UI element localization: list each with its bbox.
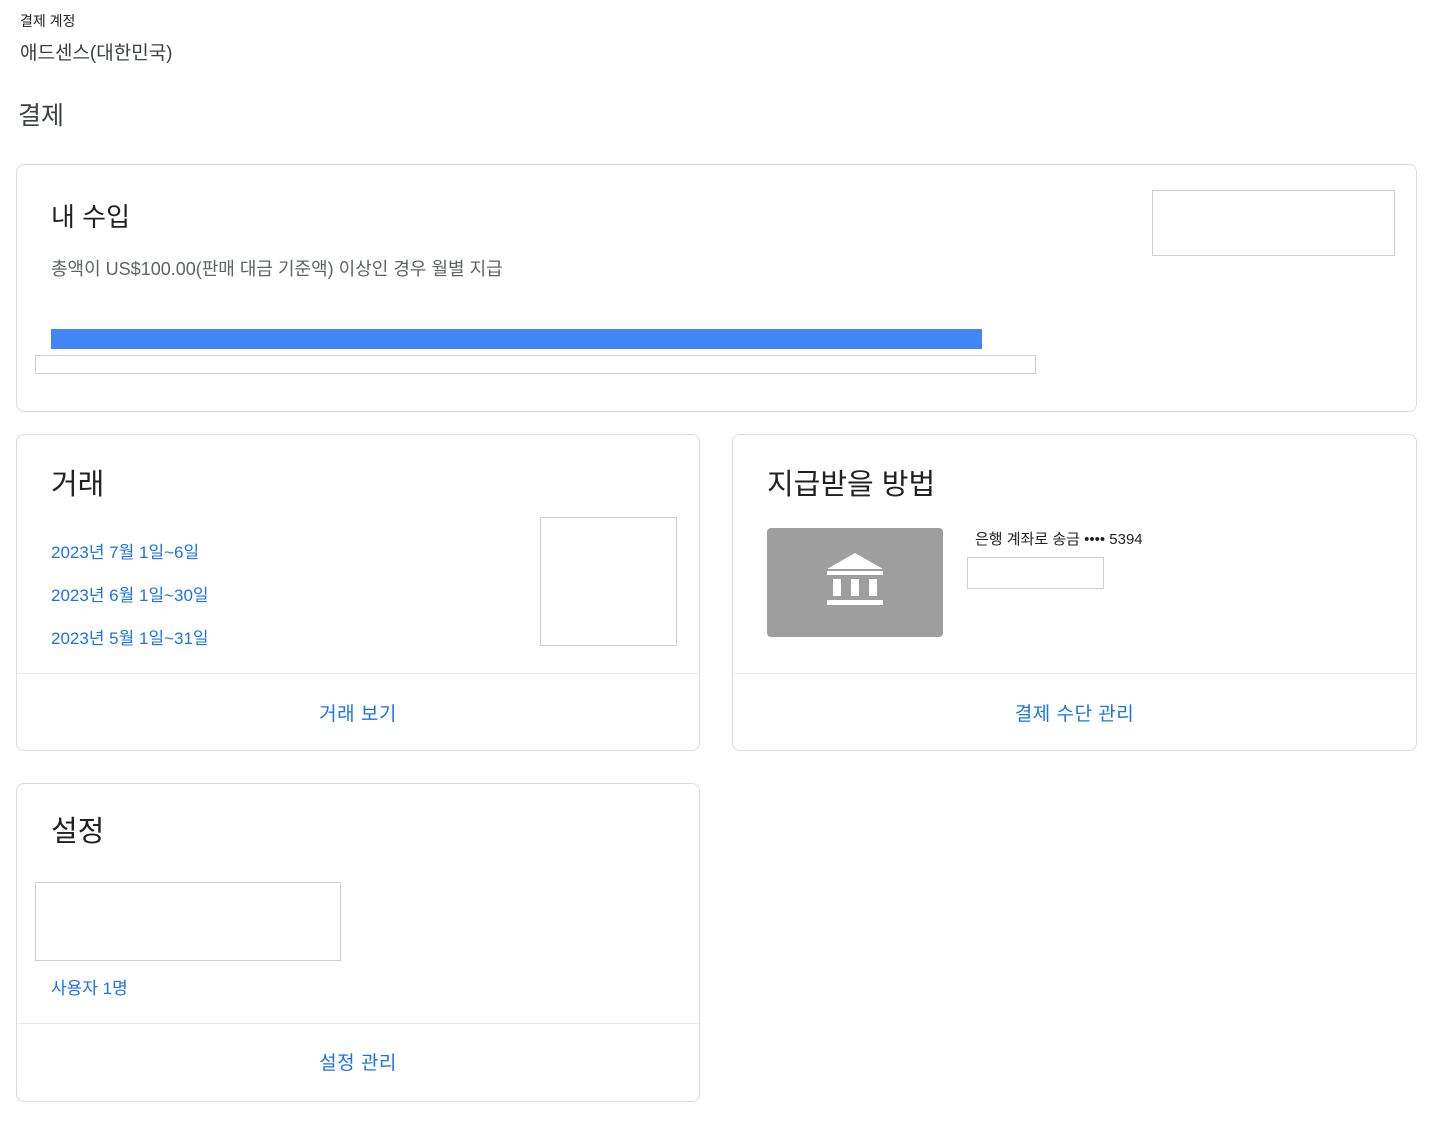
earnings-title: 내 수입 [51,202,130,232]
payment-method-card: 지급받을 방법 은행 계좌로 송금 •••• 5394 결제 수단 관리 [732,434,1417,751]
earnings-description: 총액이 US$100.00(판매 대금 기준액) 이상인 경우 월별 지급 [51,259,503,279]
settings-title: 설정 [51,816,105,848]
earnings-amount-box [1152,190,1395,256]
earnings-progress-fill [51,329,982,349]
payment-method-title: 지급받을 방법 [767,469,936,501]
account-name: 애드센스(대한민국) [20,43,173,64]
transactions-card: 거래 2023년 7월 1일~6일 2023년 6월 1일~30일 2023년 … [16,434,700,751]
settings-preview-box [35,882,341,961]
payment-method-divider [733,673,1416,674]
view-transactions-button[interactable]: 거래 보기 [17,699,699,726]
bank-tile [767,528,943,637]
settings-card: 설정 사용자 1명 설정 관리 [16,783,700,1102]
earnings-progress-track [35,355,1036,374]
transaction-period-link[interactable]: 2023년 6월 1일~30일 [51,581,209,606]
settings-divider [17,1023,699,1024]
account-label: 결제 계정 [20,13,76,29]
bank-transfer-text: 은행 계좌로 송금 •••• 5394 [975,531,1143,548]
bank-icon [827,553,883,605]
users-link[interactable]: 사용자 1명 [51,974,128,999]
transactions-preview-box [540,517,677,646]
page-title: 결제 [18,102,65,130]
earnings-card: 내 수입 총액이 US$100.00(판매 대금 기준액) 이상인 경우 월별 … [16,164,1417,412]
transactions-divider [17,673,699,674]
manage-payment-methods-button[interactable]: 결제 수단 관리 [733,699,1416,726]
transactions-title: 거래 [51,469,105,501]
manage-settings-button[interactable]: 설정 관리 [17,1048,699,1075]
transaction-period-link[interactable]: 2023년 7월 1일~6일 [51,538,199,563]
transaction-period-link[interactable]: 2023년 5월 1일~31일 [51,624,209,649]
bank-account-box [967,557,1104,589]
